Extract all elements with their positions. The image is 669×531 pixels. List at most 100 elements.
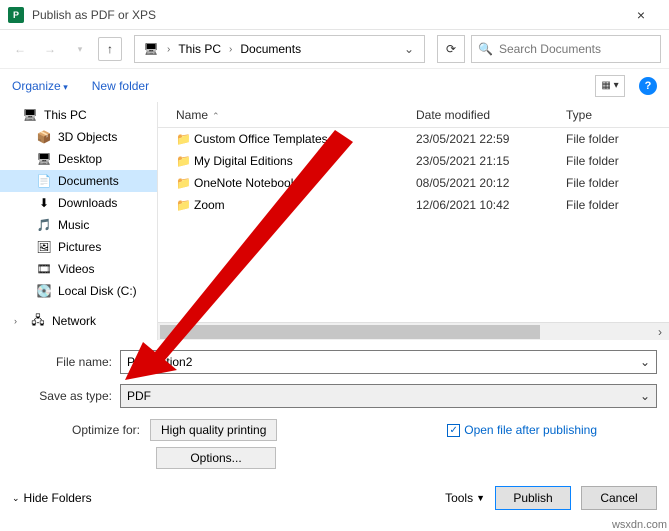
folder-icon: 📁: [176, 132, 194, 146]
forward-button[interactable]: →: [38, 37, 62, 61]
file-type: File folder: [566, 176, 666, 190]
savetype-value: PDF: [127, 389, 151, 403]
folder-icon: 📁: [176, 198, 194, 212]
open-after-label: Open file after publishing: [464, 423, 597, 437]
file-type: File folder: [566, 132, 666, 146]
network-icon: 🖧: [30, 313, 46, 329]
file-row[interactable]: 📁My Digital Editions23/05/2021 21:15File…: [158, 150, 669, 172]
refresh-button[interactable]: ⟳: [437, 35, 465, 63]
file-row[interactable]: 📁Zoom12/06/2021 10:42File folder: [158, 194, 669, 216]
search-placeholder: Search Documents: [499, 42, 601, 56]
open-after-checkbox[interactable]: ✓ Open file after publishing: [447, 423, 597, 437]
tools-label: Tools: [445, 491, 473, 505]
folder-icon: 🎞: [36, 261, 52, 277]
publish-button[interactable]: Publish: [495, 486, 571, 510]
sidebar-item-label: Local Disk (C:): [58, 284, 137, 298]
close-icon[interactable]: ×: [621, 7, 661, 23]
sidebar-item[interactable]: 🎞 Videos: [0, 258, 157, 280]
window-title: Publish as PDF or XPS: [32, 8, 621, 22]
column-headers: Name⌃ Date modified Type: [158, 102, 669, 128]
pc-icon: 🖥: [143, 41, 159, 57]
savetype-select[interactable]: PDF ⌄: [120, 384, 657, 408]
filename-value: Publication2: [127, 355, 192, 369]
back-button[interactable]: ←: [8, 37, 32, 61]
sidebar-item-label: Pictures: [58, 240, 101, 254]
pc-icon: 🖥: [22, 107, 38, 123]
sidebar-item[interactable]: 📄 Documents: [0, 170, 157, 192]
breadcrumb-drop-icon[interactable]: ⌄: [398, 42, 420, 56]
options-button[interactable]: Options...: [156, 447, 276, 469]
sidebar-item-label: Videos: [58, 262, 94, 276]
sidebar-item[interactable]: ⬇ Downloads: [0, 192, 157, 214]
file-row[interactable]: 📁Custom Office Templates23/05/2021 22:59…: [158, 128, 669, 150]
folder-icon: 🖥: [36, 151, 52, 167]
col-date[interactable]: Date modified: [416, 108, 566, 122]
file-pane: Name⌃ Date modified Type 📁Custom Office …: [158, 102, 669, 340]
sidebar-this-pc[interactable]: 🖥 This PC: [0, 104, 157, 126]
sidebar-item[interactable]: 💽 Local Disk (C:): [0, 280, 157, 302]
app-icon: P: [8, 7, 24, 23]
help-icon[interactable]: ?: [639, 77, 657, 95]
col-type[interactable]: Type: [566, 108, 666, 122]
recent-dropdown-icon[interactable]: ▾: [68, 37, 92, 61]
breadcrumb-root[interactable]: This PC: [174, 40, 225, 58]
chevron-down-icon: ⌄: [12, 493, 20, 504]
file-type: File folder: [566, 198, 666, 212]
sidebar: 🖥 This PC 📦3D Objects 🖥 Desktop 📄 Documents ⬇…: [0, 102, 158, 340]
organize-menu[interactable]: Organize: [12, 79, 68, 93]
folder-icon: 📄: [36, 173, 52, 189]
folder-icon: 💽: [36, 283, 52, 299]
cancel-button[interactable]: Cancel: [581, 486, 657, 510]
filename-input[interactable]: Publication2 ⌄: [120, 350, 657, 374]
file-type: File folder: [566, 154, 666, 168]
dropdown-icon[interactable]: ⌄: [640, 355, 650, 369]
breadcrumb-folder[interactable]: Documents: [236, 40, 305, 58]
toolbar: Organize New folder ▦ ▾ ?: [0, 68, 669, 102]
search-icon: 🔍: [478, 42, 493, 56]
dropdown-icon: ▼: [476, 493, 485, 503]
view-options-button[interactable]: ▦ ▾: [595, 75, 625, 97]
filename-label: File name:: [12, 355, 120, 369]
sidebar-item[interactable]: 🖥 Desktop: [0, 148, 157, 170]
sidebar-item-label: This PC: [44, 108, 87, 122]
scroll-right-icon[interactable]: ›: [651, 325, 669, 339]
file-date: 08/05/2021 20:12: [416, 176, 566, 190]
horizontal-scrollbar[interactable]: ›: [158, 322, 669, 340]
folder-icon: 📁: [176, 154, 194, 168]
file-name: Custom Office Templates: [194, 132, 416, 146]
hide-folders-label: Hide Folders: [24, 491, 92, 505]
scroll-thumb[interactable]: [160, 325, 540, 339]
optimize-value[interactable]: High quality printing: [150, 419, 277, 441]
col-name[interactable]: Name⌃: [176, 108, 416, 122]
folder-icon: ⬇: [36, 195, 52, 211]
savetype-label: Save as type:: [12, 389, 120, 403]
breadcrumb[interactable]: 🖥 › This PC › Documents ⌄: [134, 35, 425, 63]
hide-folders-toggle[interactable]: ⌄ Hide Folders: [12, 491, 92, 505]
sidebar-item[interactable]: 🎵 Music: [0, 214, 157, 236]
file-date: 23/05/2021 22:59: [416, 132, 566, 146]
sidebar-item-label: Music: [58, 218, 89, 232]
title-bar: P Publish as PDF or XPS ×: [0, 0, 669, 30]
save-form: File name: Publication2 ⌄ Save as type: …: [0, 340, 669, 474]
folder-icon: 📦: [36, 129, 52, 145]
bottom-bar: ⌄ Hide Folders Tools ▼ Publish Cancel: [0, 479, 669, 517]
file-name: OneNote Notebooks: [194, 176, 416, 190]
up-button[interactable]: ↑: [98, 37, 122, 61]
sidebar-item[interactable]: 🖼Pictures: [0, 236, 157, 258]
sidebar-item[interactable]: 📦3D Objects: [0, 126, 157, 148]
chevron-right-icon: ›: [14, 316, 24, 326]
file-row[interactable]: 📁OneNote Notebooks08/05/2021 20:12File f…: [158, 172, 669, 194]
new-folder-button[interactable]: New folder: [92, 79, 149, 93]
dropdown-icon[interactable]: ⌄: [640, 389, 650, 403]
sidebar-item-label: Documents: [58, 174, 119, 188]
sort-icon: ⌃: [212, 111, 220, 121]
file-date: 12/06/2021 10:42: [416, 198, 566, 212]
folder-icon: 🎵: [36, 217, 52, 233]
search-input[interactable]: 🔍 Search Documents: [471, 35, 661, 63]
explorer-body: 🖥 This PC 📦3D Objects 🖥 Desktop 📄 Documents ⬇…: [0, 102, 669, 340]
folder-icon: 📁: [176, 176, 194, 190]
sidebar-item-label: Desktop: [58, 152, 102, 166]
sidebar-item-label: Downloads: [58, 196, 117, 210]
tools-menu[interactable]: Tools ▼: [445, 491, 485, 505]
sidebar-network[interactable]: › 🖧 Network: [0, 310, 157, 332]
